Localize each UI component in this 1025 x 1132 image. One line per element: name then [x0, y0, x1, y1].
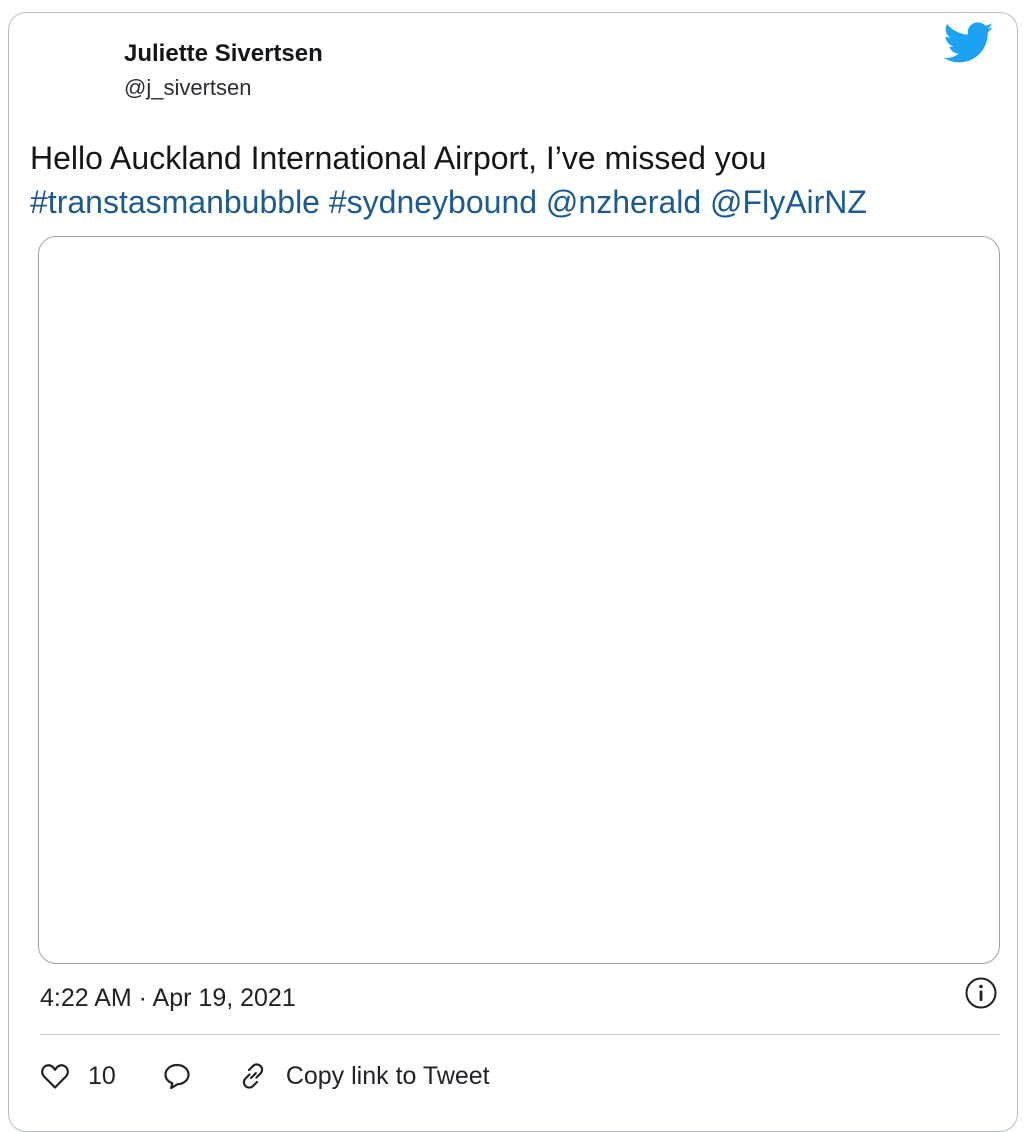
- info-icon[interactable]: [964, 976, 998, 1010]
- twitter-bird-icon[interactable]: [944, 22, 994, 64]
- tweet-text: Hello Auckland International Airport, I’…: [30, 136, 990, 224]
- author-name[interactable]: Juliette Sivertsen: [124, 40, 323, 68]
- hashtag-link[interactable]: #sydneybound: [329, 184, 537, 220]
- hashtag-link[interactable]: #transtasmanbubble: [30, 184, 320, 220]
- link-icon: [242, 1063, 263, 1089]
- reply-button[interactable]: [162, 1061, 192, 1091]
- media-frame[interactable]: [38, 236, 1000, 964]
- speech-bubble-icon: [164, 1063, 190, 1090]
- like-button[interactable]: 10: [40, 1061, 116, 1091]
- divider: [40, 1034, 1000, 1035]
- timestamp[interactable]: 4:22 AM · Apr 19, 2021: [40, 984, 296, 1013]
- author-handle[interactable]: @j_sivertsen: [124, 75, 252, 101]
- heart-icon: [41, 1064, 69, 1089]
- tweet-tags-line: #transtasmanbubble #sydneybound @nzheral…: [30, 180, 990, 224]
- action-bar: 10 Copy link to Tweet: [40, 1056, 490, 1096]
- like-count: 10: [88, 1061, 116, 1090]
- mention-link[interactable]: @nzherald: [546, 184, 701, 220]
- copy-link-button[interactable]: Copy link to Tweet: [238, 1061, 490, 1091]
- mention-link[interactable]: @FlyAirNZ: [710, 184, 867, 220]
- copy-link-label: Copy link to Tweet: [285, 1061, 490, 1090]
- tweet-text-line: Hello Auckland International Airport, I’…: [30, 140, 767, 176]
